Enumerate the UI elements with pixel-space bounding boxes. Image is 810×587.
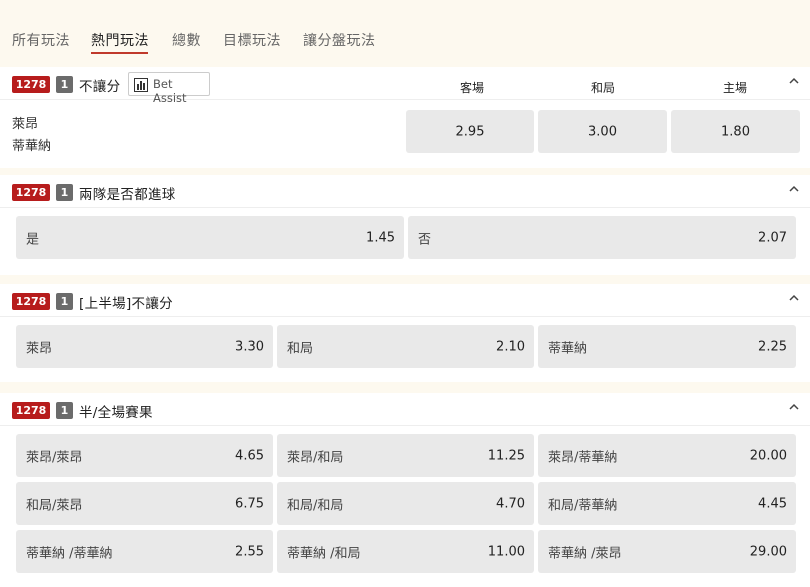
odds-value: 11.25 (487, 448, 525, 463)
team-name-first: 萊昂 (12, 117, 39, 132)
active-tab-indicator (91, 52, 148, 54)
market-both-teams-score: 1278 1 兩隊是否都進球 是 1.45 否 2.07 (0, 175, 810, 275)
team-name-second: 蒂華納 (12, 139, 52, 154)
market-first-half-result: 1278 1 [上半場]不讓分 萊昂 3.30 和局 2.10 蒂華納 2.25 (0, 284, 810, 382)
market-header[interactable]: 1278 1 [上半場]不讓分 (0, 284, 810, 317)
option-label: 萊昂/蒂華納 (548, 450, 618, 465)
option-label: 和局/萊昂 (26, 498, 83, 513)
market-half-full-time: 1278 1 半/全場賽果 萊昂/萊昂 4.65 萊昂/和局 11.25 萊昂/… (0, 393, 810, 587)
option-label: 蒂華納 /萊昂 (548, 546, 622, 561)
odds-value: 2.55 (235, 544, 264, 559)
market-count-badge: 1 (56, 293, 73, 310)
market-title: 不讓分 (79, 79, 121, 95)
option-label: 蒂華納 /和局 (287, 546, 361, 561)
option-label: 是 (26, 232, 40, 247)
market-header[interactable]: 1278 1 半/全場賽果 (0, 393, 810, 426)
odds-button-option[interactable]: 萊昂/萊昂 4.65 (16, 434, 273, 477)
odds-value: 3.30 (235, 339, 264, 354)
odds-value: 4.45 (758, 496, 787, 511)
market-header[interactable]: 1278 1 不讓分 (0, 67, 810, 100)
option-label: 蒂華納 (548, 341, 588, 356)
option-label: 否 (418, 232, 432, 247)
tab-popular-markets[interactable]: 熱門玩法 (91, 30, 149, 50)
odds-value: 2.25 (758, 339, 787, 354)
odds-button-yes[interactable]: 是 1.45 (16, 216, 404, 259)
bar-chart-icon (134, 78, 148, 92)
option-label: 萊昂/和局 (287, 450, 344, 465)
odds-value: 3.00 (588, 124, 617, 139)
odds-button-option[interactable]: 蒂華納 /蒂華納 2.55 (16, 530, 273, 573)
odds-value: 29.00 (749, 544, 787, 559)
odds-button-option[interactable]: 蒂華納 /萊昂 29.00 (538, 530, 796, 573)
odds-value: 1.80 (721, 124, 750, 139)
bet-assist-button[interactable]: Bet Assist (128, 72, 210, 105)
option-label: 和局/和局 (287, 498, 344, 513)
odds-button-home[interactable]: 1.80 (671, 110, 800, 153)
odds-value: 2.10 (496, 339, 525, 354)
odds-value: 6.75 (235, 496, 264, 511)
column-home: 主場 (722, 81, 747, 95)
option-label: 萊昂/萊昂 (26, 450, 83, 465)
odds-button-option[interactable]: 萊昂 3.30 (16, 325, 273, 368)
tab-goal-markets[interactable]: 目標玩法 (223, 30, 281, 50)
odds-button-option[interactable]: 萊昂/和局 11.25 (277, 434, 534, 477)
option-label: 和局 (287, 341, 314, 356)
market-count-badge: 1 (56, 76, 73, 93)
option-label: 和局/蒂華納 (548, 498, 618, 513)
market-header[interactable]: 1278 1 兩隊是否都進球 (0, 175, 810, 208)
column-draw: 和局 (590, 81, 615, 95)
odds-value: 2.95 (455, 124, 485, 139)
chevron-up-icon[interactable] (788, 401, 800, 413)
chevron-up-icon[interactable] (788, 292, 800, 304)
event-id-badge: 1278 (12, 76, 50, 93)
odds-button-option[interactable]: 和局/蒂華納 4.45 (538, 482, 796, 525)
market-count-badge: 1 (56, 402, 73, 419)
bet-assist-label: Bet Assist (153, 77, 187, 105)
odds-button-option[interactable]: 和局 2.10 (277, 325, 534, 368)
tab-all-markets[interactable]: 所有玩法 (12, 30, 70, 50)
option-label: 萊昂 (26, 341, 53, 356)
market-match-result: 1278 1 不讓分 Bet Assist 客場 和局 主場 萊昂 蒂華納 2.… (0, 67, 810, 168)
market-tabs: 所有玩法 熱門玩法 總數 目標玩法 讓分盤玩法 (0, 0, 810, 62)
column-away: 客場 (459, 81, 484, 95)
event-id-badge: 1278 (12, 184, 50, 201)
market-title: 兩隊是否都進球 (79, 187, 176, 203)
market-title: [上半場]不讓分 (79, 296, 173, 312)
odds-value: 11.00 (487, 544, 525, 559)
odds-value: 4.65 (235, 448, 264, 463)
event-id-badge: 1278 (12, 293, 50, 310)
odds-button-no[interactable]: 否 2.07 (408, 216, 796, 259)
chevron-up-icon[interactable] (788, 75, 800, 87)
market-title: 半/全場賽果 (79, 405, 153, 421)
chevron-up-icon[interactable] (788, 183, 800, 195)
odds-button-option[interactable]: 蒂華納 2.25 (538, 325, 796, 368)
tab-handicap-markets[interactable]: 讓分盤玩法 (303, 30, 376, 50)
odds-value: 2.07 (758, 230, 787, 245)
odds-button-option[interactable]: 和局/萊昂 6.75 (16, 482, 273, 525)
odds-button-away[interactable]: 2.95 (406, 110, 534, 153)
tab-totals[interactable]: 總數 (172, 30, 201, 50)
odds-value: 4.70 (496, 496, 525, 511)
odds-button-option[interactable]: 和局/和局 4.70 (277, 482, 534, 525)
odds-button-option[interactable]: 萊昂/蒂華納 20.00 (538, 434, 796, 477)
option-label: 蒂華納 /蒂華納 (26, 546, 113, 561)
odds-value: 1.45 (366, 230, 395, 245)
market-count-badge: 1 (56, 184, 73, 201)
odds-button-option[interactable]: 蒂華納 /和局 11.00 (277, 530, 534, 573)
odds-value: 20.00 (749, 448, 787, 463)
event-id-badge: 1278 (12, 402, 50, 419)
odds-button-draw[interactable]: 3.00 (538, 110, 667, 153)
